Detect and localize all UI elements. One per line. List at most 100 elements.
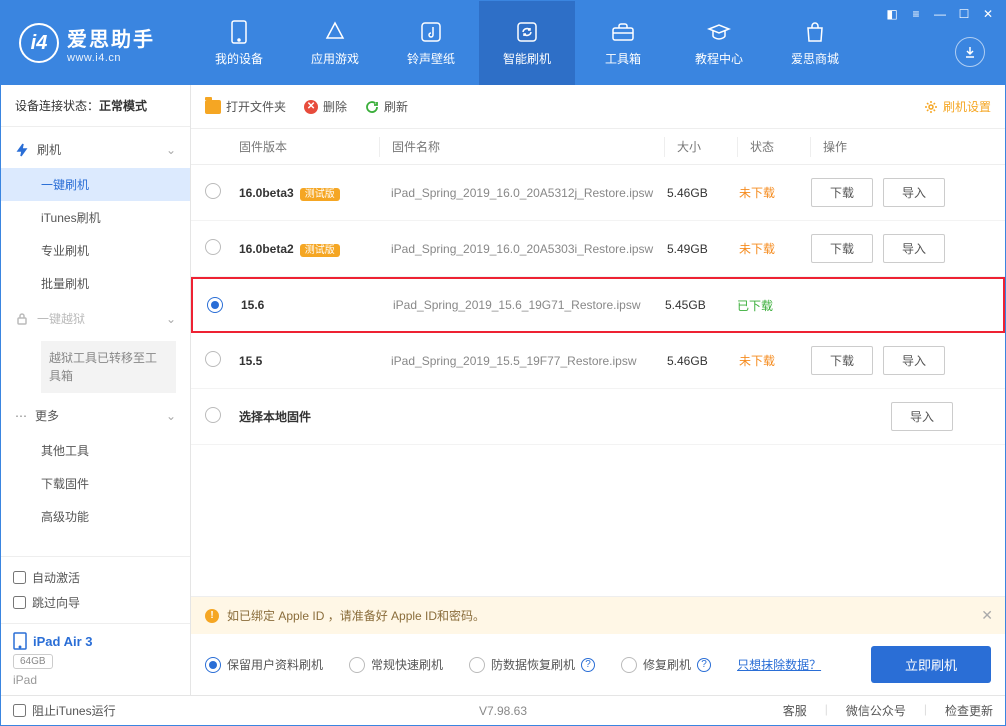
app-name: 爱思助手 [67, 23, 155, 52]
nav-store[interactable]: 爱思商城 [767, 1, 863, 85]
flash-now-button[interactable]: 立即刷机 [871, 646, 991, 683]
row-radio[interactable] [205, 351, 221, 367]
delete-button[interactable]: ✕删除 [304, 98, 347, 115]
fw-name: iPad_Spring_2019_15.5_19F77_Restore.ipsw [379, 354, 667, 368]
minimize-button[interactable]: — [929, 5, 951, 23]
skip-guide-checkbox[interactable]: 跳过向导 [13, 590, 80, 615]
sidebar-group-more[interactable]: ⋯ 更多 ⌄ [1, 397, 190, 434]
refresh-icon [515, 20, 539, 44]
apps-icon [323, 20, 347, 44]
opt-repair[interactable]: 修复刷机? [621, 652, 711, 677]
connection-status: 设备连接状态：正常模式 [1, 85, 190, 127]
import-button[interactable]: 导入 [883, 178, 945, 207]
tablet-icon [13, 632, 27, 650]
import-button[interactable]: 导入 [883, 346, 945, 375]
table-header: 固件版本 固件名称 大小 状态 操作 [191, 129, 1005, 165]
help-icon[interactable]: ? [697, 658, 711, 672]
fw-status: 已下载 [737, 297, 809, 314]
apple-id-notice: ! 如已绑定 Apple ID ，请准备好 Apple ID和密码。 ✕ [191, 596, 1005, 634]
toolbar: 打开文件夹 ✕删除 刷新 刷机设置 [191, 85, 1005, 129]
fw-version: 16.0beta2 [239, 242, 294, 256]
check-update-link[interactable]: 检查更新 [945, 702, 993, 719]
device-info[interactable]: iPad Air 3 64GB iPad [1, 623, 190, 695]
import-button[interactable]: 导入 [883, 234, 945, 263]
firmware-row[interactable]: 16.0beta2 测试版 iPad_Spring_2019_16.0_20A53… [191, 221, 1005, 277]
download-button[interactable]: 下载 [811, 234, 873, 263]
refresh-button[interactable]: 刷新 [365, 98, 408, 115]
open-folder-button[interactable]: 打开文件夹 [205, 98, 286, 115]
fw-size: 5.45GB [665, 298, 737, 312]
close-button[interactable]: ✕ [977, 5, 999, 23]
delete-icon: ✕ [304, 100, 318, 114]
warning-icon: ! [205, 609, 219, 623]
download-manager-button[interactable] [955, 37, 985, 67]
flash-icon [15, 143, 29, 157]
radio-icon [621, 657, 637, 673]
fw-status: 未下载 [739, 240, 811, 257]
fw-size: 5.46GB [667, 354, 739, 368]
sidebar-item-advanced[interactable]: 高级功能 [1, 500, 190, 533]
fw-name: iPad_Spring_2019_16.0_20A5303i_Restore.i… [379, 242, 667, 256]
skin-button[interactable]: ◧ [881, 5, 903, 23]
row-radio[interactable] [205, 407, 221, 423]
sidebar-item-other-tools[interactable]: 其他工具 [1, 434, 190, 467]
col-status: 状态 [738, 138, 810, 155]
fw-version: 15.5 [239, 354, 262, 368]
wechat-link[interactable]: 微信公众号 [846, 702, 906, 719]
sidebar-item-oneclick-flash[interactable]: 一键刷机 [1, 168, 190, 201]
sidebar-item-download-fw[interactable]: 下载固件 [1, 467, 190, 500]
firmware-row[interactable]: 16.0beta3测试版 iPad_Spring_2019_16.0_20A53… [191, 165, 1005, 221]
fw-name: iPad_Spring_2019_16.0_20A5312j_Restore.i… [379, 186, 667, 200]
nav-apps[interactable]: 应用游戏 [287, 1, 383, 85]
nav-ringtones[interactable]: 铃声壁纸 [383, 1, 479, 85]
support-link[interactable]: 客服 [783, 702, 807, 719]
flash-options: 保留用户资料刷机 常规快速刷机 防数据恢复刷机? 修复刷机? 只想抹除数据？ 立… [191, 634, 1005, 695]
version-label: V7.98.63 [479, 704, 527, 718]
row-radio[interactable] [207, 297, 223, 313]
import-button[interactable]: 导入 [891, 402, 953, 431]
beta-badge: 测试版 [300, 244, 340, 257]
help-icon[interactable]: ? [581, 658, 595, 672]
sidebar-item-pro-flash[interactable]: 专业刷机 [1, 234, 190, 267]
firmware-row[interactable]: 选择本地固件 导入 [191, 389, 1005, 445]
content: 打开文件夹 ✕删除 刷新 刷机设置 固件版本 固件名称 大小 状态 操作 16.… [191, 85, 1005, 695]
auto-activate-checkbox[interactable]: 自动激活 [13, 565, 178, 590]
storage-badge: 64GB [13, 654, 53, 669]
nav-tutorials[interactable]: 教程中心 [671, 1, 767, 85]
nav-flash[interactable]: 智能刷机 [479, 1, 575, 85]
flash-settings-button[interactable]: 刷机设置 [924, 98, 991, 115]
fw-status: 未下载 [739, 184, 811, 201]
nav-my-device[interactable]: 我的设备 [191, 1, 287, 85]
opt-keep-data[interactable]: 保留用户资料刷机 [205, 652, 323, 677]
sidebar-item-batch-flash[interactable]: 批量刷机 [1, 267, 190, 300]
header: i4 爱思助手 www.i4.cn 我的设备 应用游戏 铃声壁纸 智能刷机 工具… [1, 1, 1005, 85]
sidebar-group-flash[interactable]: 刷机 ⌄ [1, 131, 190, 168]
notice-close-button[interactable]: ✕ [981, 607, 993, 624]
logo-icon: i4 [19, 23, 59, 63]
firmware-row[interactable]: 15.6 iPad_Spring_2019_15.6_19G71_Restore… [191, 277, 1005, 333]
maximize-button[interactable]: ☐ [953, 5, 975, 23]
col-name: 固件名称 [380, 138, 664, 155]
sidebar-item-itunes-flash[interactable]: iTunes刷机 [1, 201, 190, 234]
row-radio[interactable] [205, 239, 221, 255]
beta-badge: 测试版 [300, 188, 340, 201]
row-radio[interactable] [205, 183, 221, 199]
opt-normal[interactable]: 常规快速刷机 [349, 652, 443, 677]
nav-toolbox[interactable]: 工具箱 [575, 1, 671, 85]
download-button[interactable]: 下载 [811, 346, 873, 375]
sidebar-group-jailbreak[interactable]: 一键越狱 ⌄ [1, 300, 190, 337]
fw-version: 选择本地固件 [239, 410, 311, 424]
firmware-row[interactable]: 15.5 iPad_Spring_2019_15.5_19F77_Restore… [191, 333, 1005, 389]
erase-link[interactable]: 只想抹除数据？ [737, 656, 821, 673]
toolbox-icon [611, 20, 635, 44]
gear-icon [924, 100, 938, 114]
fw-size: 5.49GB [667, 242, 739, 256]
app-url: www.i4.cn [67, 52, 155, 64]
block-itunes-checkbox[interactable]: 阻止iTunes运行 [13, 698, 116, 723]
opt-recover[interactable]: 防数据恢复刷机? [469, 652, 595, 677]
chevron-down-icon: ⌄ [166, 312, 176, 326]
bag-icon [803, 20, 827, 44]
menu-button[interactable]: ≡ [905, 5, 927, 23]
download-button[interactable]: 下载 [811, 178, 873, 207]
logo[interactable]: i4 爱思助手 www.i4.cn [1, 23, 191, 64]
